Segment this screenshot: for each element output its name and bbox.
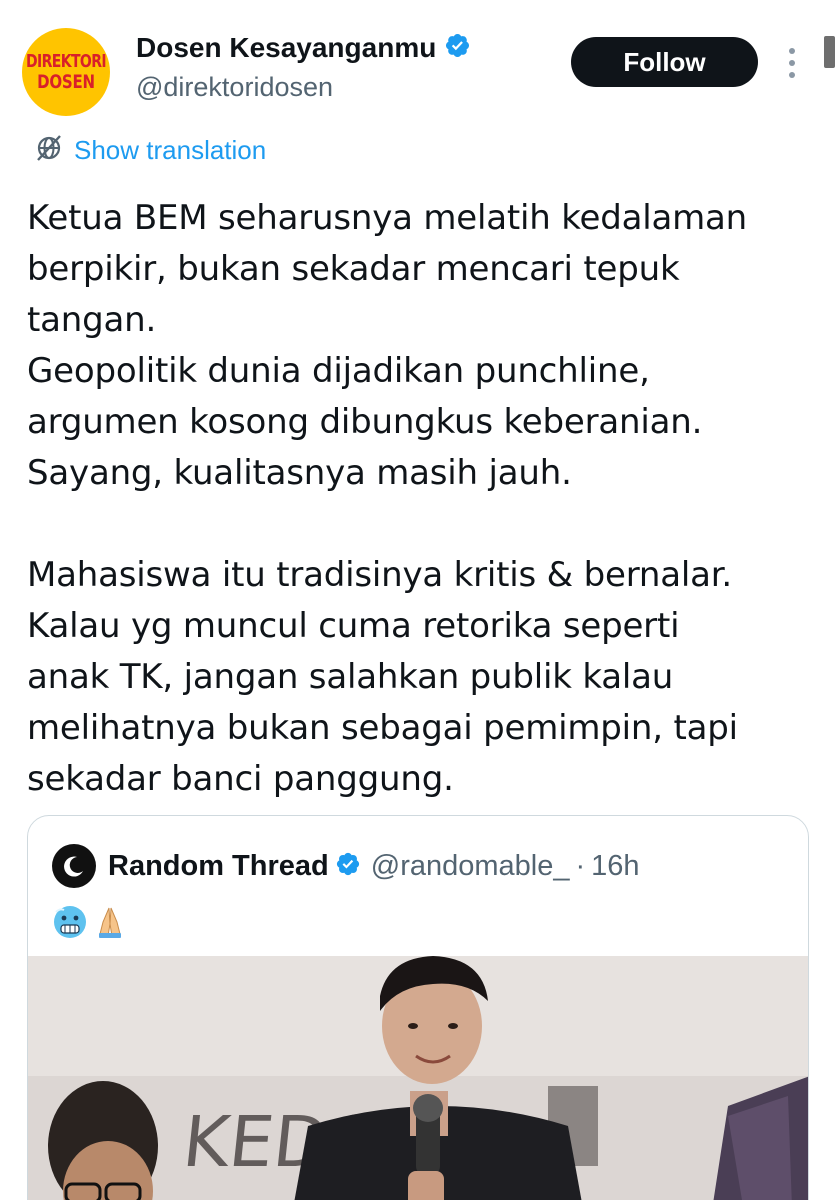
follow-button[interactable]: Follow <box>571 37 758 87</box>
quoted-author-handle: @randomable_ <box>370 849 570 882</box>
cold-face-emoji <box>52 904 88 945</box>
author-handle[interactable]: @direktoridosen <box>136 72 333 103</box>
quoted-tweet-card[interactable]: Random Thread @randomable_ · 16h KEDO <box>27 815 809 1200</box>
quoted-emoji-row <box>52 904 128 945</box>
quoted-media-image[interactable]: KEDO M A ING <box>28 956 808 1200</box>
direktori-dosen-logo: DIREKTORI DOSEN <box>25 51 107 93</box>
show-translation-link[interactable]: Show translation <box>34 133 266 168</box>
scrollbar-thumb[interactable] <box>824 36 835 68</box>
author-avatar[interactable]: DIREKTORI DOSEN <box>22 28 110 116</box>
globe-slash-icon <box>34 133 64 168</box>
author-name-row[interactable]: Dosen Kesayanganmu <box>136 32 471 64</box>
quoted-author-name: Random Thread <box>108 849 329 882</box>
quoted-timestamp: 16h <box>591 849 640 882</box>
quoted-separator: · <box>575 849 586 882</box>
quoted-verified-badge-icon <box>335 851 361 882</box>
crescent-moon-icon <box>64 856 83 877</box>
folded-hands-emoji <box>92 904 128 945</box>
verified-badge-icon <box>444 32 471 64</box>
more-vertical-icon[interactable] <box>784 46 800 80</box>
tweet-text: Ketua BEM seharusnya melatih kedalaman b… <box>27 198 748 799</box>
quoted-author-avatar <box>52 844 96 888</box>
author-display-name[interactable]: Dosen Kesayanganmu <box>136 32 436 64</box>
show-translation-label[interactable]: Show translation <box>74 135 266 166</box>
quoted-tweet-header: Random Thread @randomable_ · 16h <box>52 844 640 888</box>
